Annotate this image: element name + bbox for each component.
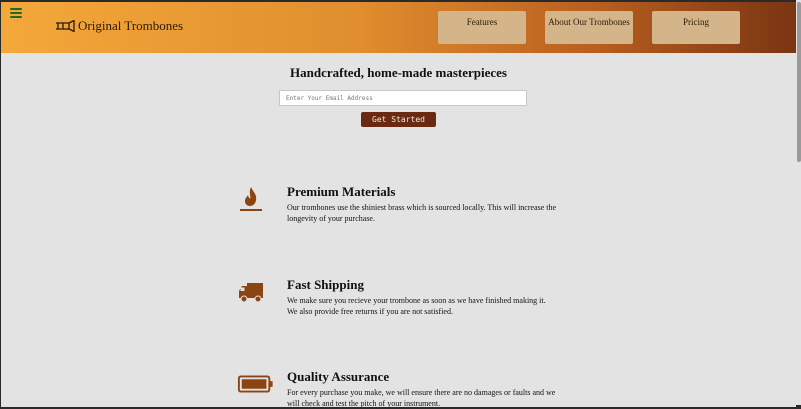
nav-pricing[interactable]: Pricing [652,11,740,44]
email-input[interactable] [279,90,527,106]
hamburger-menu-icon[interactable] [10,8,22,18]
logo-text: Original Trombones [78,18,184,33]
fire-icon [240,187,262,211]
feature-title: Quality Assurance [287,369,390,384]
site-logo[interactable]: Original Trombones [55,18,183,34]
feature-title: Premium Materials [287,184,396,199]
trombone-icon [56,20,75,32]
feature-description: We make sure you recieve your trombone a… [287,296,546,316]
feature-description: For every purchase you make, we will ens… [287,388,556,407]
feature-description: Our trombones use the shiniest brass whi… [287,203,557,223]
site-header: Original Trombones Features About Our Tr… [1,2,796,53]
battery-icon [237,375,273,393]
get-started-button[interactable]: Get Started [361,112,436,127]
scrollbar-track[interactable] [796,0,801,405]
page-frame: Original Trombones Features About Our Tr… [1,2,796,407]
scrollbar-thumb[interactable] [797,2,801,162]
nav-about[interactable]: About Our Trombones [545,11,633,44]
truck-icon [239,283,263,303]
feature-title: Fast Shipping [287,277,364,292]
hero-title: Handcrafted, home-made masterpieces [290,65,507,80]
nav-features[interactable]: Features [438,11,526,44]
